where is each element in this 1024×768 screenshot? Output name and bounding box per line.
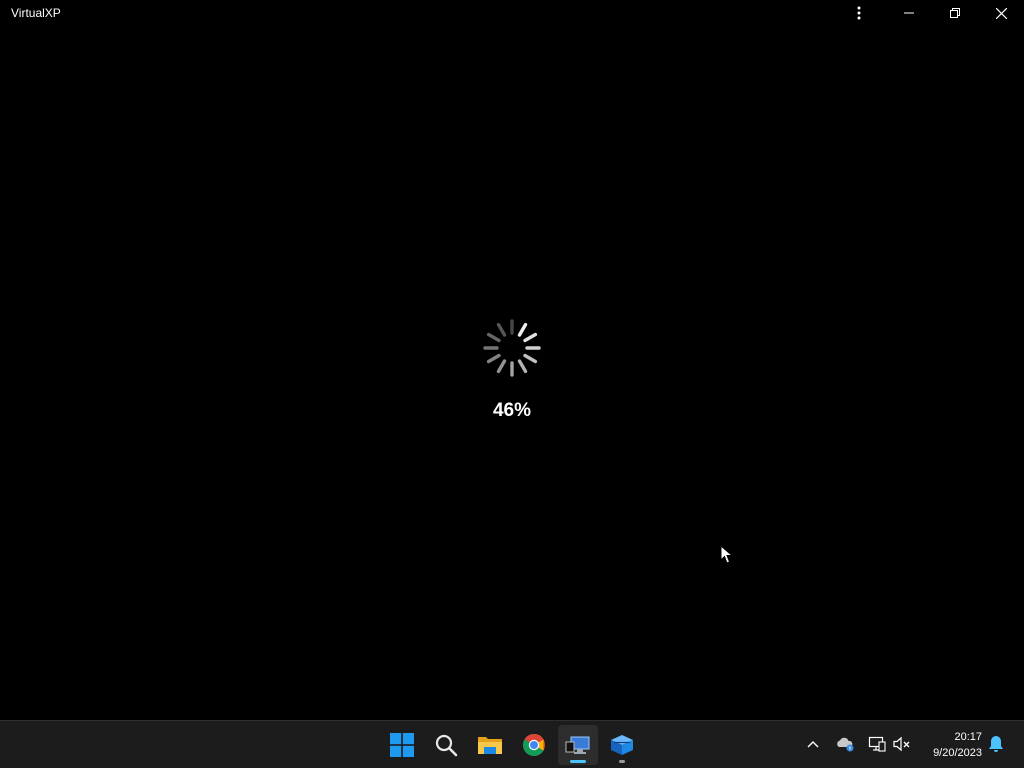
clock[interactable]: 20:17 9/20/2023	[914, 729, 982, 761]
minimize-icon	[904, 12, 914, 14]
volume-tray-button[interactable]	[891, 733, 913, 755]
bell-icon	[989, 736, 1003, 752]
spinner-segment	[517, 322, 528, 337]
spinner-segment	[496, 322, 507, 337]
file-explorer-button[interactable]	[470, 725, 510, 765]
restore-icon	[950, 8, 960, 18]
windows-logo-icon	[390, 733, 414, 757]
more-options-button[interactable]	[836, 0, 882, 26]
network-tray-button[interactable]	[866, 733, 888, 755]
window-titlebar: VirtualXP	[0, 0, 1024, 26]
cube-icon	[611, 735, 633, 755]
window-title: VirtualXP	[11, 6, 61, 20]
virtualbox-button[interactable]	[602, 725, 642, 765]
folder-icon	[478, 737, 502, 754]
chevron-up-icon	[807, 741, 819, 748]
more-options-icon	[857, 6, 861, 20]
remote-desktop-icon	[565, 736, 590, 754]
progress-percentage: 46%	[492, 400, 532, 421]
remote-desktop-button[interactable]	[558, 725, 598, 765]
close-button[interactable]	[978, 0, 1024, 26]
clock-date: 9/20/2023	[933, 747, 982, 759]
minimize-button[interactable]	[886, 0, 932, 26]
spinner-segment	[486, 332, 501, 343]
clock-time: 20:17	[954, 731, 982, 743]
spinner-segment	[523, 353, 538, 364]
search-button[interactable]	[426, 725, 466, 765]
show-hidden-icons-button[interactable]	[802, 733, 824, 755]
active-app-indicator	[570, 760, 586, 763]
start-button[interactable]	[382, 725, 422, 765]
search-icon	[435, 734, 458, 757]
close-icon	[995, 7, 1007, 19]
spinner-segment	[486, 353, 501, 364]
spinner-segment	[523, 332, 538, 343]
open-app-indicator	[619, 760, 625, 763]
chrome-icon	[523, 734, 545, 756]
spinner-segment	[496, 359, 507, 374]
onedrive-icon	[837, 737, 854, 752]
spinner-segment	[517, 359, 528, 374]
volume-muted-icon	[893, 736, 910, 752]
mouse-cursor-icon	[720, 545, 734, 564]
chrome-button[interactable]	[514, 725, 554, 765]
restore-button[interactable]	[932, 0, 978, 26]
onedrive-tray-button[interactable]	[834, 733, 856, 755]
loading-spinner-icon	[483, 319, 541, 377]
notifications-button[interactable]	[985, 733, 1007, 755]
network-icon	[868, 736, 886, 752]
taskbar: 20:17 9/20/2023	[0, 720, 1024, 768]
